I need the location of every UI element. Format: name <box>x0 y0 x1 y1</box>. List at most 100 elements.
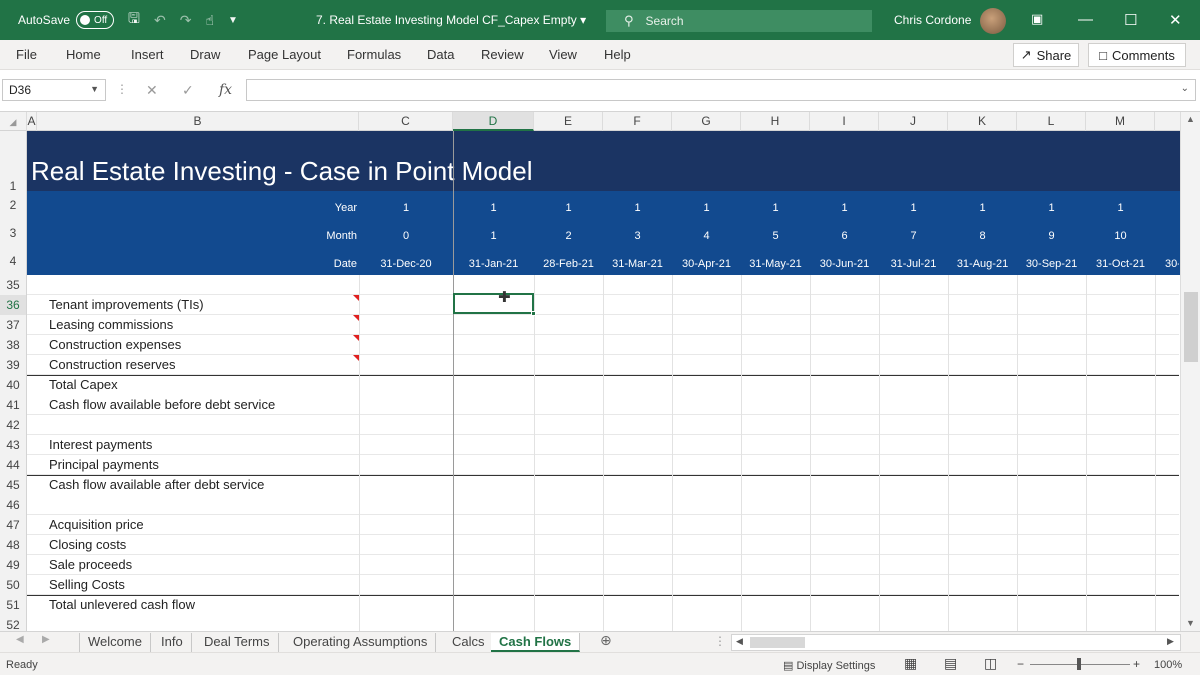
menu-formulas[interactable]: Formulas <box>347 47 401 62</box>
document-title[interactable]: 7. Real Estate Investing Model CF_Capex … <box>316 13 586 27</box>
cancel-icon[interactable]: ✕ <box>146 82 158 99</box>
menu-view[interactable]: View <box>549 47 577 62</box>
zoom-out-button[interactable]: − <box>1017 657 1024 671</box>
enter-icon[interactable]: ✓ <box>182 82 194 99</box>
normal-view-icon[interactable]: ▦ <box>904 655 917 672</box>
tab-info[interactable]: Info <box>153 633 192 652</box>
row-label[interactable]: Total unlevered cash flow <box>49 597 195 612</box>
formula-input[interactable]: ⌄ <box>246 79 1196 101</box>
row-label[interactable]: Selling Costs <box>49 577 125 592</box>
row-label[interactable]: Total Capex <box>49 377 118 392</box>
row-header-2[interactable]: 2 <box>0 191 27 219</box>
page-break-view-icon[interactable]: ◫ <box>984 655 997 672</box>
scroll-left-icon[interactable]: ◀ <box>736 636 743 647</box>
maximize-icon[interactable]: ☐ <box>1124 11 1137 29</box>
horizontal-scroll-thumb[interactable] <box>750 637 805 648</box>
page-layout-view-icon[interactable]: ▤ <box>944 655 957 672</box>
row-header[interactable]: 45 <box>0 475 27 495</box>
row-header[interactable]: 41 <box>0 395 27 415</box>
tab-welcome[interactable]: Welcome <box>79 633 151 652</box>
menu-file[interactable]: File <box>16 47 37 62</box>
column-header-c[interactable]: C <box>359 112 453 131</box>
row-label[interactable]: Leasing commissions <box>49 317 173 332</box>
comments-button[interactable]: □ Comments <box>1088 43 1186 67</box>
tab-cash-flows[interactable]: Cash Flows <box>491 633 581 652</box>
row-header-1[interactable]: 1 <box>0 131 27 193</box>
row-header[interactable]: 39 <box>0 355 27 375</box>
zoom-in-button[interactable]: + <box>1133 657 1140 671</box>
prev-sheet-icon[interactable]: ◀ <box>16 634 24 645</box>
minimize-icon[interactable]: — <box>1078 11 1093 28</box>
next-sheet-icon[interactable]: ▶ <box>42 634 50 645</box>
autosave-toggle[interactable]: Off <box>76 11 115 29</box>
column-header-m[interactable]: M <box>1086 112 1155 131</box>
touch-mode-icon[interactable]: ☝ <box>205 12 214 29</box>
row-header[interactable]: 52 <box>0 615 27 632</box>
row-header[interactable]: 35 <box>0 275 27 295</box>
zoom-slider-thumb[interactable] <box>1077 658 1081 670</box>
column-header-k[interactable]: K <box>948 112 1017 131</box>
undo-icon[interactable]: ↶ <box>154 12 166 29</box>
horizontal-scrollbar[interactable]: ◀ ▶ <box>731 634 1181 651</box>
user-name[interactable]: Chris Cordone <box>894 13 971 27</box>
row-header[interactable]: 50 <box>0 575 27 595</box>
scroll-right-icon[interactable]: ▶ <box>1167 636 1174 647</box>
row-label[interactable]: Construction expenses <box>49 337 181 352</box>
menu-home[interactable]: Home <box>66 47 101 62</box>
share-button[interactable]: ↗ Share <box>1013 43 1079 67</box>
menu-review[interactable]: Review <box>481 47 524 62</box>
row-header[interactable]: 38 <box>0 335 27 355</box>
column-header-g[interactable]: G <box>672 112 741 131</box>
column-header-a[interactable]: A <box>27 112 37 131</box>
expand-formula-icon[interactable]: ⌄ <box>1181 83 1189 94</box>
row-label[interactable]: Cash flow available before debt service <box>49 397 275 412</box>
tab-calcs[interactable]: Calcs <box>444 633 494 652</box>
tab-splitter-icon[interactable]: ⋮ <box>714 634 726 648</box>
row-header[interactable]: 49 <box>0 555 27 575</box>
row-label[interactable]: Sale proceeds <box>49 557 132 572</box>
row-label[interactable]: Closing costs <box>49 537 126 552</box>
fill-handle[interactable] <box>531 311 536 316</box>
menu-help[interactable]: Help <box>604 47 631 62</box>
scroll-down-icon[interactable]: ▼ <box>1186 618 1195 628</box>
search-box[interactable]: ⚲ Search <box>606 10 872 32</box>
add-sheet-icon[interactable]: ⊕ <box>600 632 612 649</box>
row-header[interactable]: 37 <box>0 315 27 335</box>
scroll-up-icon[interactable]: ▲ <box>1186 114 1195 124</box>
row-label[interactable]: Tenant improvements (TIs) <box>49 297 204 312</box>
redo-icon[interactable]: ↷ <box>180 12 192 29</box>
row-label[interactable]: Acquisition price <box>49 517 144 532</box>
column-header-h[interactable]: H <box>741 112 810 131</box>
tab-deal-terms[interactable]: Deal Terms <box>196 633 279 652</box>
row-header[interactable]: 42 <box>0 415 27 435</box>
close-icon[interactable]: ✕ <box>1169 11 1182 29</box>
ribbon-display-icon[interactable]: ▣ <box>1031 11 1043 27</box>
row-header[interactable]: 48 <box>0 535 27 555</box>
vertical-scroll-thumb[interactable] <box>1184 292 1198 362</box>
column-header-l[interactable]: L <box>1017 112 1086 131</box>
row-header[interactable]: 43 <box>0 435 27 455</box>
menu-page-layout[interactable]: Page Layout <box>248 47 321 62</box>
autosave[interactable]: AutoSave Off <box>18 11 115 29</box>
insert-function-icon[interactable]: fx <box>219 82 232 98</box>
display-settings-button[interactable]: ▤ Display Settings <box>783 659 875 672</box>
column-header-i[interactable]: I <box>810 112 879 131</box>
row-header[interactable]: 47 <box>0 515 27 535</box>
menu-data[interactable]: Data <box>427 47 454 62</box>
name-box[interactable]: D36 ▼ <box>2 79 106 101</box>
row-header[interactable]: 46 <box>0 495 27 515</box>
menu-insert[interactable]: Insert <box>131 47 164 62</box>
column-header-j[interactable]: J <box>879 112 948 131</box>
row-header[interactable]: 40 <box>0 375 27 395</box>
row-label[interactable]: Principal payments <box>49 457 159 472</box>
worksheet-grid[interactable]: ◢ A B C D E F G H I J K L M Real Estate … <box>0 112 1200 632</box>
select-all-corner[interactable]: ◢ <box>0 112 27 131</box>
selected-cell-d36[interactable] <box>453 293 536 316</box>
column-header-e[interactable]: E <box>534 112 603 131</box>
save-icon[interactable]: 🖫 <box>128 8 140 32</box>
row-label[interactable]: Interest payments <box>49 437 152 452</box>
column-header-f[interactable]: F <box>603 112 672 131</box>
user-avatar[interactable] <box>980 8 1006 34</box>
column-header-b[interactable]: B <box>37 112 359 131</box>
zoom-level[interactable]: 100% <box>1154 659 1182 671</box>
